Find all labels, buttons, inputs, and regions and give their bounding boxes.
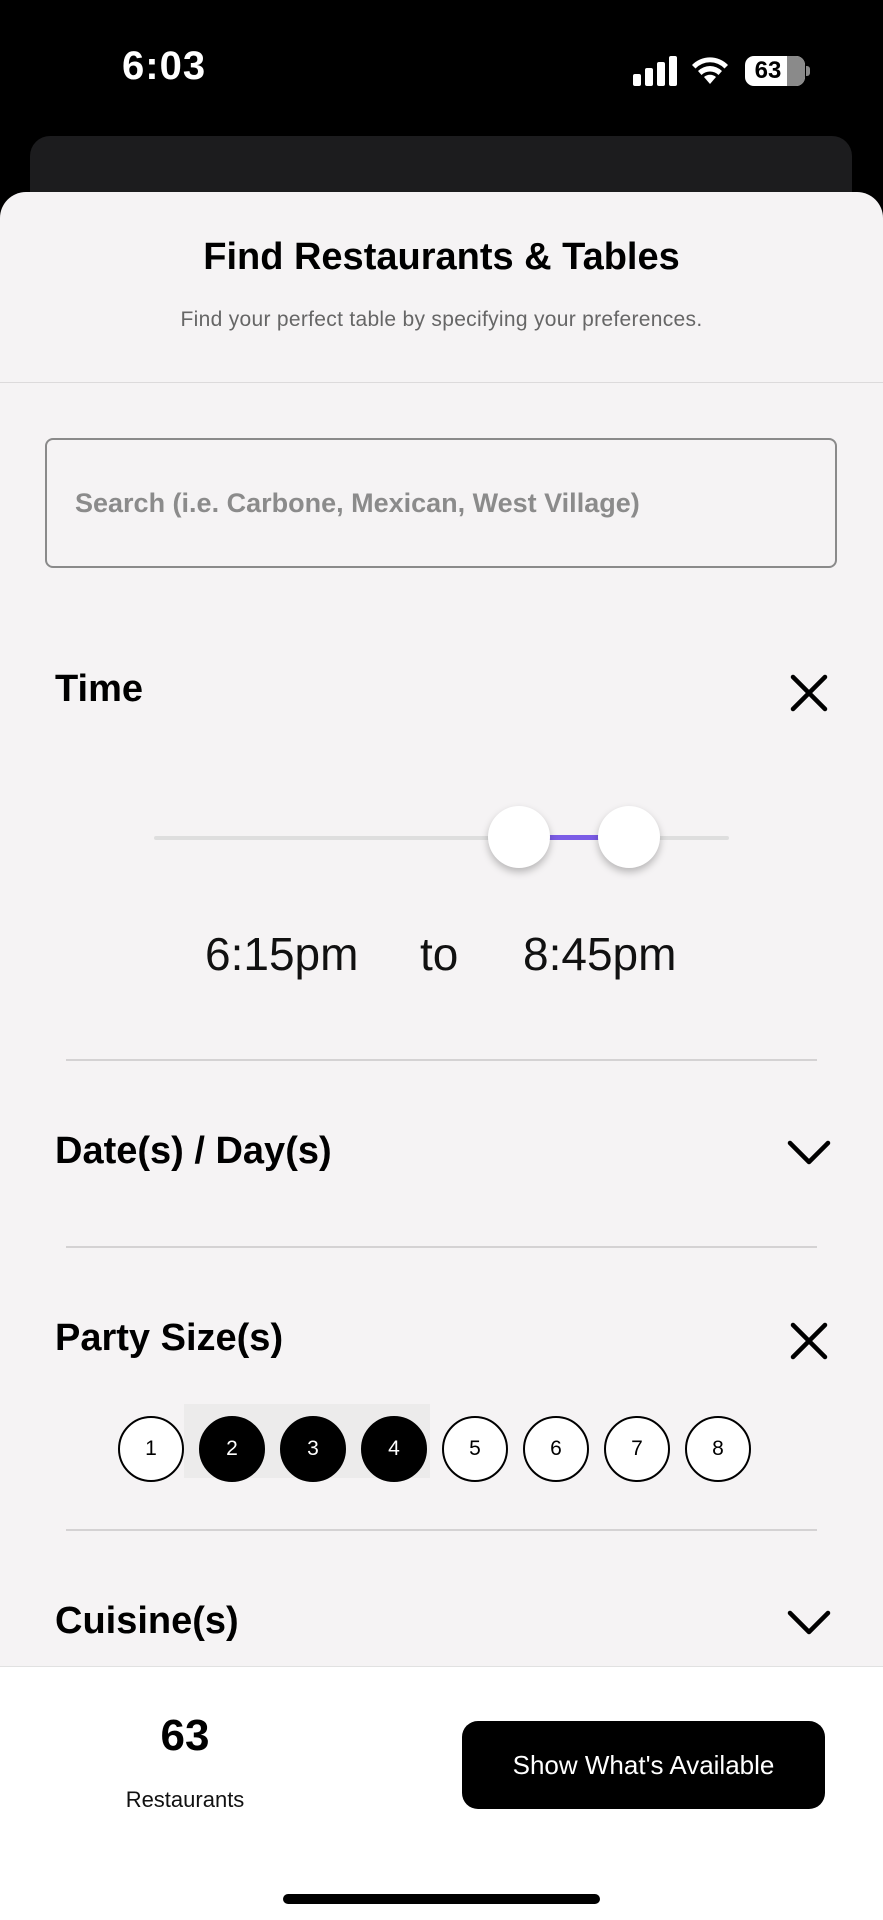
time-slider-end-handle[interactable] bbox=[598, 806, 660, 868]
party-size-option[interactable]: 8 bbox=[685, 1416, 751, 1482]
section-divider bbox=[66, 1246, 817, 1248]
home-indicator bbox=[283, 1894, 600, 1904]
sheet-subtitle: Find your perfect table by specifying yo… bbox=[180, 308, 703, 331]
party-size-option[interactable]: 3 bbox=[280, 1416, 346, 1482]
time-slider-start-handle[interactable] bbox=[488, 806, 550, 868]
show-available-button[interactable]: Show What's Available bbox=[462, 1721, 825, 1809]
party-size-option[interactable]: 7 bbox=[604, 1416, 670, 1482]
search-input[interactable] bbox=[75, 440, 815, 566]
section-divider bbox=[66, 1529, 817, 1531]
restaurant-count: 63 bbox=[160, 1711, 210, 1760]
sheet-title: Find Restaurants & Tables bbox=[203, 236, 680, 278]
party-size-option[interactable]: 6 bbox=[523, 1416, 589, 1482]
party-size-option[interactable]: 2 bbox=[199, 1416, 265, 1482]
time-end-label: 8:45pm bbox=[523, 928, 677, 980]
header-divider bbox=[0, 382, 883, 383]
chevron-down-icon[interactable] bbox=[784, 1128, 834, 1178]
dates-section-title[interactable]: Date(s) / Day(s) bbox=[55, 1130, 332, 1173]
time-section-title: Time bbox=[55, 668, 144, 710]
cuisine-section-title[interactable]: Cuisine(s) bbox=[55, 1600, 239, 1643]
party-size-option[interactable]: 5 bbox=[442, 1416, 508, 1482]
section-divider bbox=[66, 1059, 817, 1061]
time-separator: to bbox=[420, 928, 459, 980]
restaurant-count-label: Restaurants bbox=[125, 1787, 245, 1812]
time-start-label: 6:15pm bbox=[205, 928, 359, 980]
battery-level: 63 bbox=[754, 57, 782, 84]
status-bar: 6:03 63 bbox=[0, 0, 883, 140]
wifi-icon bbox=[692, 57, 728, 84]
search-box[interactable] bbox=[45, 438, 837, 568]
party-size-option[interactable]: 1 bbox=[118, 1416, 184, 1482]
chevron-down-icon[interactable] bbox=[784, 1598, 834, 1648]
party-section-title: Party Size(s) bbox=[55, 1317, 284, 1359]
battery-icon: 63 bbox=[745, 56, 805, 86]
footer-bar: 63 Restaurants Show What's Available bbox=[0, 1666, 883, 1920]
close-icon[interactable] bbox=[784, 1316, 834, 1366]
battery-nub bbox=[806, 66, 810, 76]
party-size-option[interactable]: 4 bbox=[361, 1416, 427, 1482]
filter-sheet: Find Restaurants & Tables Find your perf… bbox=[0, 192, 883, 1920]
cellular-signal-icon bbox=[633, 56, 677, 86]
close-icon[interactable] bbox=[784, 668, 834, 718]
status-time: 6:03 bbox=[122, 44, 207, 88]
